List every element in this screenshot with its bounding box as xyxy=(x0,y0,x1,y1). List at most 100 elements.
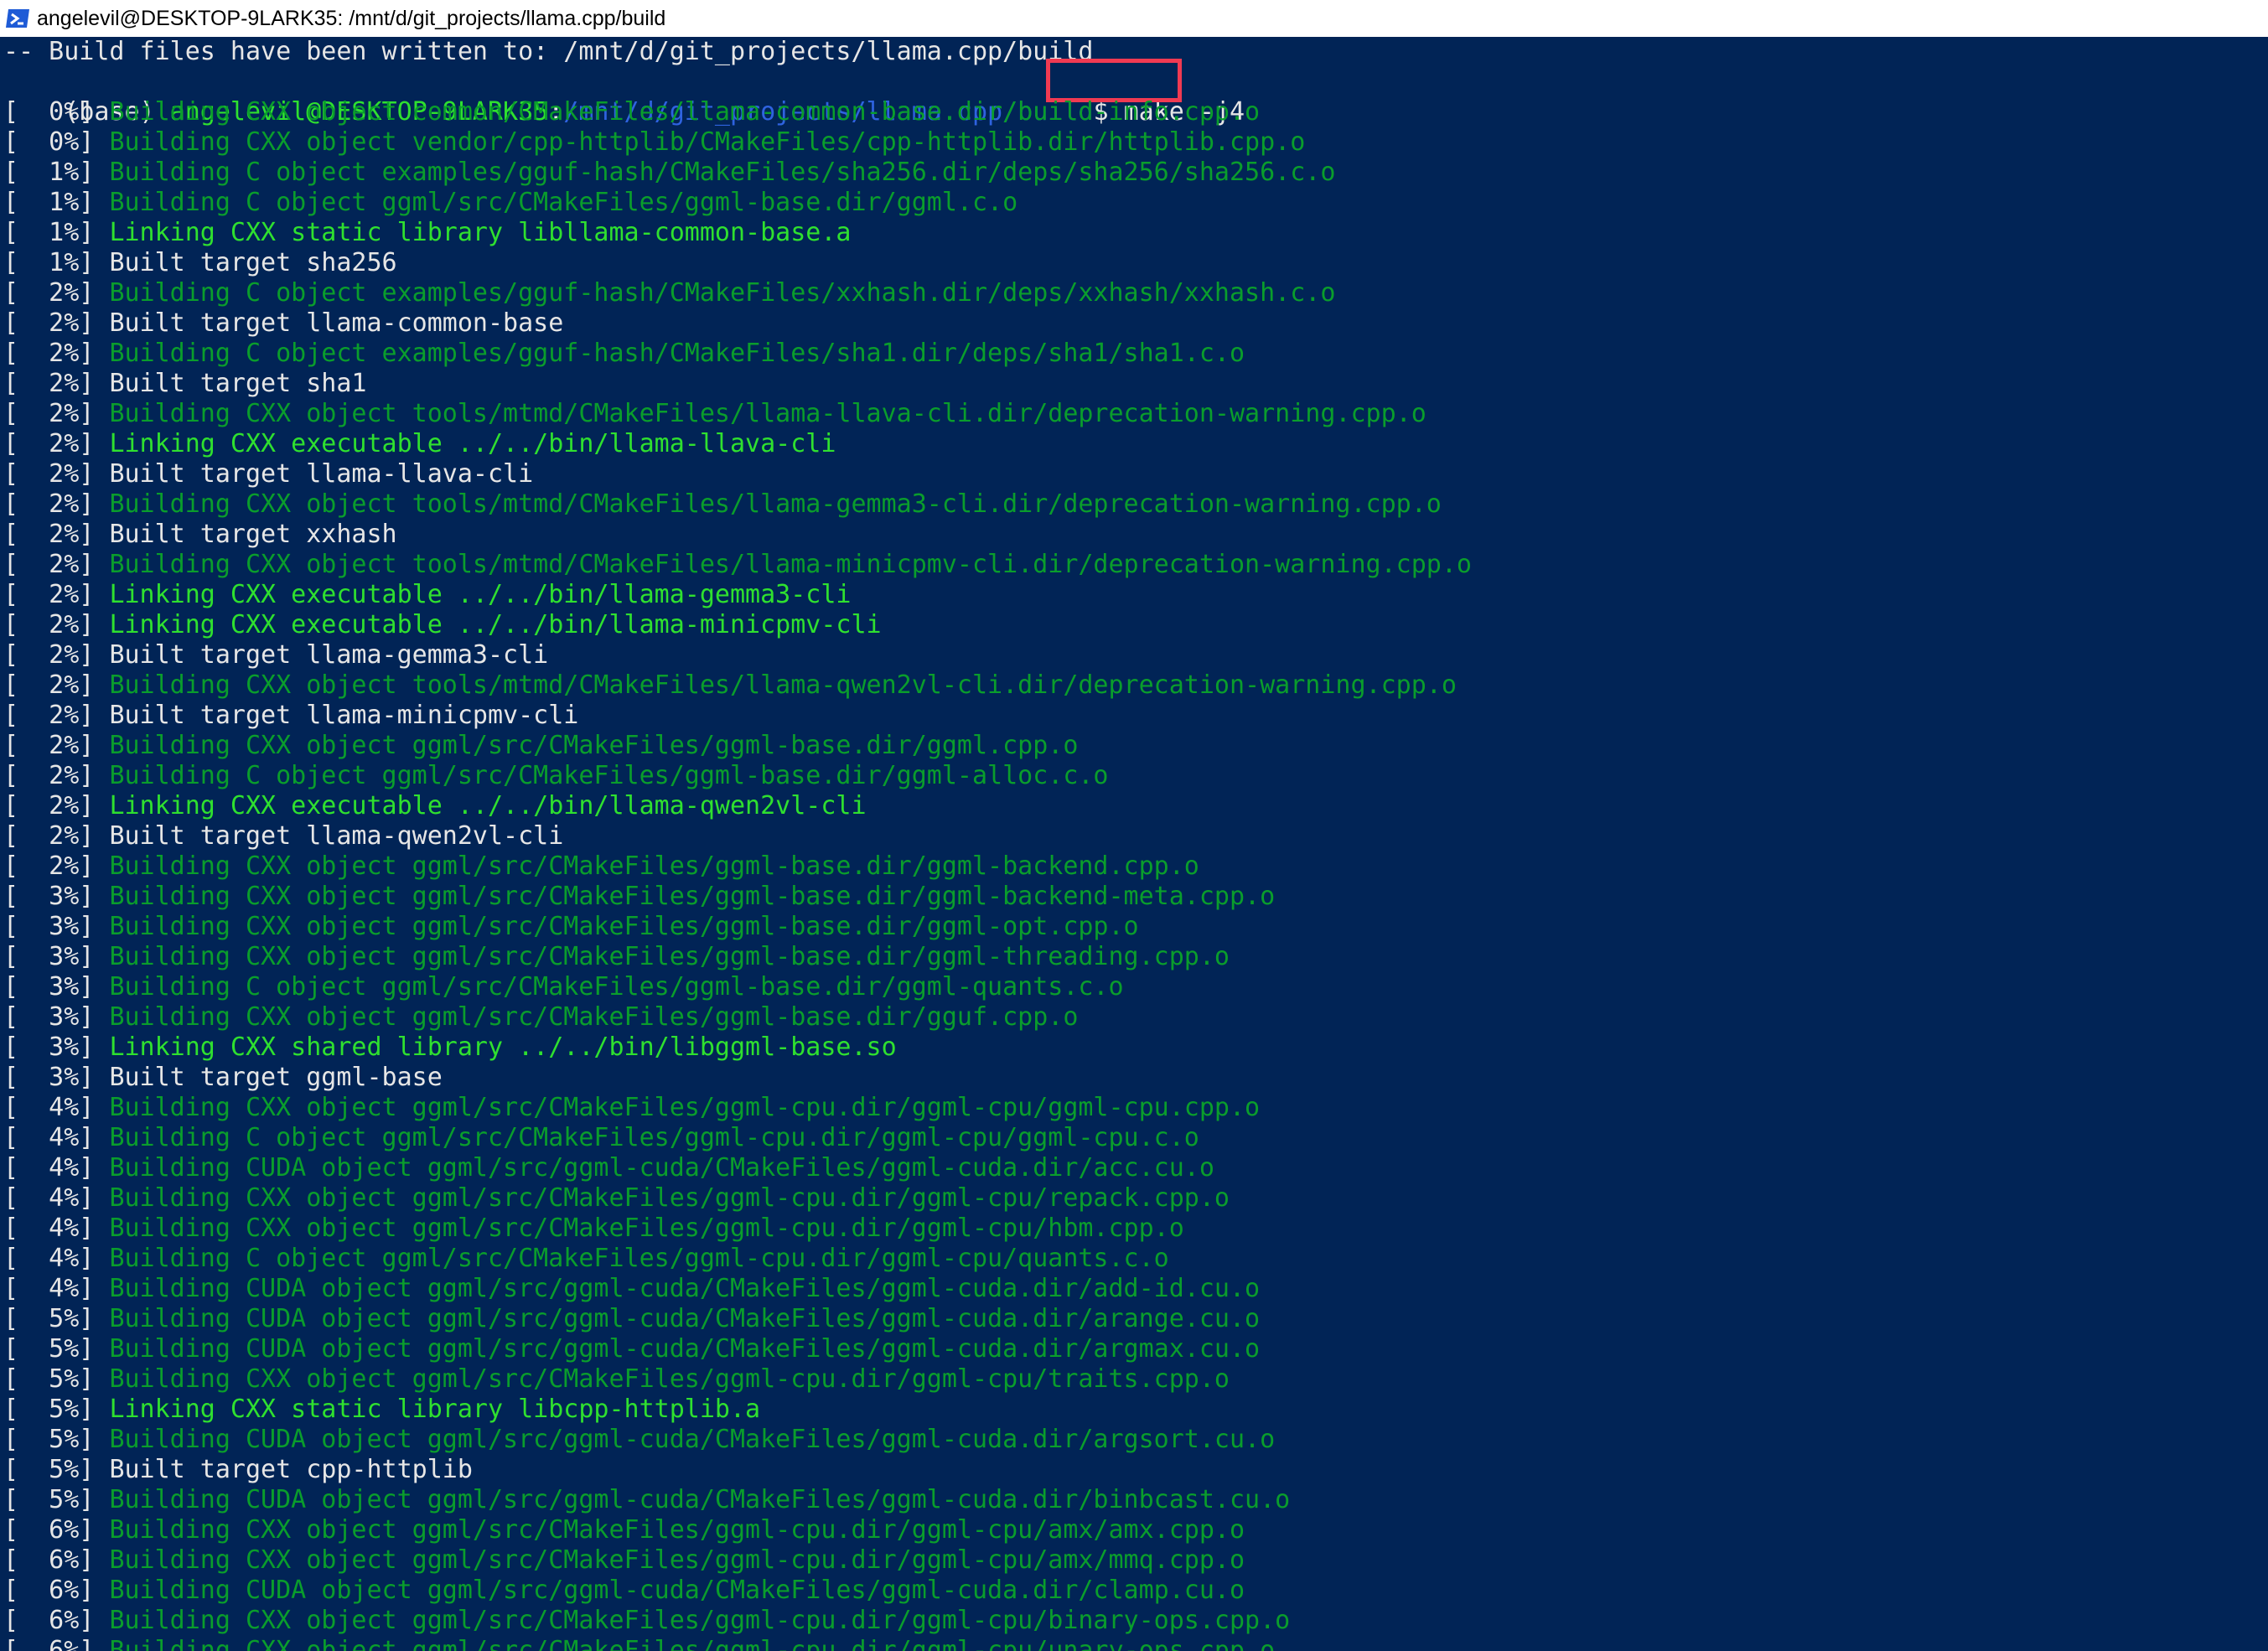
progress-percent: [ 2%] xyxy=(3,731,110,760)
progress-percent: [ 1%] xyxy=(3,218,110,247)
build-output-line: [ 5%] Building CUDA object ggml/src/ggml… xyxy=(3,1485,1290,1515)
build-output-line: [ 2%] Built target sha1 xyxy=(3,369,366,399)
progress-percent: [ 5%] xyxy=(3,1485,110,1514)
build-message: Built target sha1 xyxy=(109,369,367,398)
build-message: Linking CXX static library libcpp-httpli… xyxy=(109,1395,761,1424)
build-output-line: [ 2%] Built target llama-qwen2vl-cli xyxy=(3,821,563,851)
build-output-line: [ 5%] Built target cpp-httplib xyxy=(3,1455,473,1485)
progress-percent: [ 2%] xyxy=(3,791,110,820)
progress-percent: [ 2%] xyxy=(3,610,110,639)
progress-percent: [ 5%] xyxy=(3,1455,110,1484)
build-output-line: [ 1%] Building C object ggml/src/CMakeFi… xyxy=(3,188,1017,218)
progress-percent: [ 2%] xyxy=(3,459,110,489)
command-highlight-box xyxy=(1046,59,1182,102)
build-output-line: [ 4%] Building C object ggml/src/CMakeFi… xyxy=(3,1123,1199,1153)
build-message: Building CUDA object ggml/src/ggml-cuda/… xyxy=(109,1334,1261,1364)
build-output-line: [ 6%] Building CUDA object ggml/src/ggml… xyxy=(3,1576,1245,1606)
build-message: Building CXX object ggml/src/CMakeFiles/… xyxy=(109,1214,1184,1243)
build-message: Built target xxhash xyxy=(109,520,397,549)
window-titlebar[interactable]: angelevil@DESKTOP-9LARK35: /mnt/d/git_pr… xyxy=(0,0,2268,37)
build-output-line: [ 4%] Building CXX object ggml/src/CMake… xyxy=(3,1214,1184,1244)
build-output-line: [ 5%] Building CUDA object ggml/src/ggml… xyxy=(3,1304,1260,1334)
build-message: Building CXX object ggml/src/CMakeFiles/… xyxy=(109,1364,1230,1394)
build-message: Building CXX object ggml/src/CMakeFiles/… xyxy=(109,1002,1079,1032)
progress-percent: [ 5%] xyxy=(3,1395,110,1424)
build-output-line: [ 3%] Building CXX object ggml/src/CMake… xyxy=(3,1002,1078,1033)
cmake-output-line: -- Build files have been written to: /mn… xyxy=(3,37,1094,66)
build-message: Building CXX object ggml/src/CMakeFiles/… xyxy=(109,942,1230,971)
build-message: Building C object ggml/src/CMakeFiles/gg… xyxy=(109,1244,1169,1273)
progress-percent: [ 2%] xyxy=(3,670,110,700)
build-output-line: [ 3%] Built target ggml-base xyxy=(3,1063,443,1093)
build-output-line: [ 0%] Building CXX object vendor/cpp-htt… xyxy=(3,127,1305,158)
progress-percent: [ 1%] xyxy=(3,188,110,217)
build-output-line: [ 2%] Building C object examples/gguf-ha… xyxy=(3,339,1245,369)
build-output-line: [ 2%] Building C object examples/gguf-ha… xyxy=(3,278,1335,308)
build-output-line: [ 2%] Built target xxhash xyxy=(3,520,397,550)
progress-percent: [ 2%] xyxy=(3,399,110,428)
build-output-line: [ 4%] Building CXX object ggml/src/CMake… xyxy=(3,1093,1260,1123)
build-message: Linking CXX executable ../../bin/llama-q… xyxy=(109,791,867,820)
progress-percent: [ 2%] xyxy=(3,701,110,730)
progress-percent: [ 4%] xyxy=(3,1183,110,1213)
build-message: Building CXX object ggml/src/CMakeFiles/… xyxy=(109,1545,1245,1575)
progress-percent: [ 2%] xyxy=(3,761,110,790)
build-message: Building CXX object ggml/src/CMakeFiles/… xyxy=(109,1636,1276,1651)
build-message: Built target cpp-httplib xyxy=(109,1455,473,1484)
build-message: Building CXX object ggml/src/CMakeFiles/… xyxy=(109,912,1139,941)
build-output-line: [ 6%] Building CXX object ggml/src/CMake… xyxy=(3,1636,1275,1651)
build-output-line: [ 2%] Linking CXX executable ../../bin/l… xyxy=(3,580,851,610)
build-message: Building CXX object ggml/src/CMakeFiles/… xyxy=(109,1183,1230,1213)
build-message: Building CXX object ggml/src/CMakeFiles/… xyxy=(109,731,1079,760)
build-output-line: [ 2%] Built target llama-common-base xyxy=(3,308,563,339)
build-output-line: [ 4%] Building CUDA object ggml/src/ggml… xyxy=(3,1153,1214,1183)
progress-percent: [ 6%] xyxy=(3,1545,110,1575)
build-output-line: [ 5%] Building CXX object ggml/src/CMake… xyxy=(3,1364,1230,1395)
progress-percent: [ 4%] xyxy=(3,1214,110,1243)
build-message: Built target llama-gemma3-cli xyxy=(109,640,549,670)
progress-percent: [ 2%] xyxy=(3,580,110,609)
build-output-line: [ 4%] Building CXX object ggml/src/CMake… xyxy=(3,1183,1230,1214)
build-output-line: [ 2%] Building C object ggml/src/CMakeFi… xyxy=(3,761,1109,791)
progress-percent: [ 4%] xyxy=(3,1153,110,1183)
build-message: Building CUDA object ggml/src/ggml-cuda/… xyxy=(109,1485,1291,1514)
build-output-line: [ 5%] Building CUDA object ggml/src/ggml… xyxy=(3,1334,1260,1364)
build-message: Building CXX object common/CMakeFiles/ll… xyxy=(109,97,1261,127)
build-message: Building CXX object ggml/src/CMakeFiles/… xyxy=(109,1093,1261,1122)
build-message: Building CXX object tools/mtmd/CMakeFile… xyxy=(109,399,1427,428)
build-output-line: [ 2%] Building CXX object ggml/src/CMake… xyxy=(3,731,1078,761)
powershell-icon xyxy=(6,9,29,28)
build-message: Building CXX object ggml/src/CMakeFiles/… xyxy=(109,851,1199,881)
progress-percent: [ 3%] xyxy=(3,912,110,941)
build-output-line: [ 2%] Linking CXX executable ../../bin/l… xyxy=(3,610,882,640)
build-output-line: [ 3%] Building C object ggml/src/CMakeFi… xyxy=(3,972,1124,1002)
build-message: Building C object ggml/src/CMakeFiles/gg… xyxy=(109,1123,1199,1152)
progress-percent: [ 6%] xyxy=(3,1636,110,1651)
build-message: Linking CXX executable ../../bin/llama-g… xyxy=(109,580,852,609)
terminal-output[interactable]: -- Build files have been written to: /mn… xyxy=(0,37,2268,1651)
build-message: Building C object examples/gguf-hash/CMa… xyxy=(109,158,1336,187)
progress-percent: [ 6%] xyxy=(3,1515,110,1545)
progress-percent: [ 5%] xyxy=(3,1334,110,1364)
progress-percent: [ 4%] xyxy=(3,1274,110,1303)
progress-percent: [ 1%] xyxy=(3,158,110,187)
build-output-line: [ 3%] Building CXX object ggml/src/CMake… xyxy=(3,912,1139,942)
build-output-line: [ 2%] Linking CXX executable ../../bin/l… xyxy=(3,791,867,821)
build-output-line: [ 3%] Linking CXX shared library ../../b… xyxy=(3,1033,897,1063)
build-message: Building CXX object ggml/src/CMakeFiles/… xyxy=(109,1515,1245,1545)
build-message: Building CXX object ggml/src/CMakeFiles/… xyxy=(109,882,1276,911)
build-message: Building CXX object ggml/src/CMakeFiles/… xyxy=(109,1606,1291,1635)
window-title: angelevil@DESKTOP-9LARK35: /mnt/d/git_pr… xyxy=(37,6,666,30)
progress-percent: [ 2%] xyxy=(3,520,110,549)
progress-percent: [ 0%] xyxy=(3,127,110,157)
build-output-line: [ 2%] Built target llama-minicpmv-cli xyxy=(3,701,578,731)
build-message: Building CXX object tools/mtmd/CMakeFile… xyxy=(109,670,1457,700)
build-message: Built target sha256 xyxy=(109,248,397,277)
progress-percent: [ 3%] xyxy=(3,972,110,1001)
build-message: Built target llama-qwen2vl-cli xyxy=(109,821,564,851)
progress-percent: [ 3%] xyxy=(3,1063,110,1092)
build-output-line: [ 1%] Linking CXX static library libllam… xyxy=(3,218,851,248)
build-message: Building CUDA object ggml/src/ggml-cuda/… xyxy=(109,1304,1261,1333)
progress-percent: [ 4%] xyxy=(3,1244,110,1273)
build-output-line: [ 5%] Building CUDA object ggml/src/ggml… xyxy=(3,1425,1275,1455)
